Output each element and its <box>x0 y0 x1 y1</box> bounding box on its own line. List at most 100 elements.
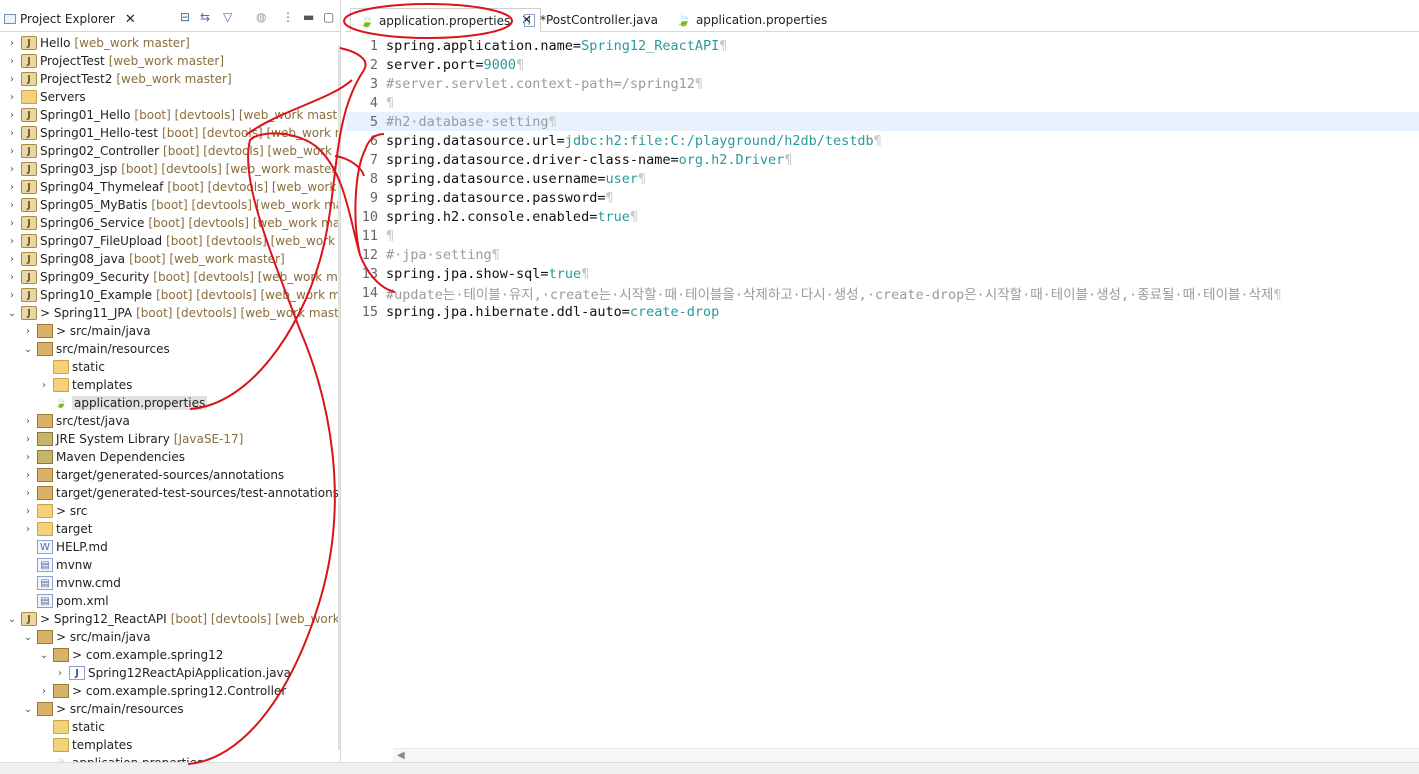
scroll-left-icon[interactable]: ◀ <box>397 750 405 761</box>
code-line[interactable]: 13 spring.jpa.show-sql=true¶ <box>346 264 1419 283</box>
filter-icon[interactable]: ▽ <box>223 10 232 24</box>
chevron-right-icon[interactable]: › <box>6 290 18 301</box>
code-line[interactable]: 5 #h2·database·setting¶ <box>346 112 1419 131</box>
tree-item[interactable]: › > com.example.spring12.Controller <box>0 682 340 700</box>
code-line[interactable]: 9 spring.datasource.password=¶ <box>346 188 1419 207</box>
chevron-right-icon[interactable]: › <box>6 200 18 211</box>
code-line[interactable]: 15 spring.jpa.hibernate.ddl-auto=create-d… <box>346 302 1419 321</box>
chevron-right-icon[interactable]: › <box>6 128 18 139</box>
tree-item[interactable]: 🍃 application.properties <box>0 394 340 412</box>
chevron-down-icon[interactable]: ⌄ <box>22 632 34 643</box>
sync-icon[interactable]: ◍ <box>256 10 266 24</box>
chevron-right-icon[interactable]: › <box>22 470 34 481</box>
chevron-right-icon[interactable]: › <box>38 686 50 697</box>
chevron-right-icon[interactable]: › <box>6 56 18 67</box>
editor-tab[interactable]: 🍃 application.properties ✕ <box>350 8 542 32</box>
maximize-icon[interactable]: ▢ <box>323 10 334 24</box>
tree-item[interactable]: › J Hello [web_work master] <box>0 34 340 52</box>
tree-item[interactable]: › J Spring05_MyBatis [boot] [devtools] [web… <box>0 196 340 214</box>
collapse-all-icon[interactable]: ⊟ <box>180 10 190 24</box>
chevron-right-icon[interactable]: › <box>22 416 34 427</box>
tree-item[interactable]: ⌄ > src/main/resources <box>0 700 340 718</box>
chevron-right-icon[interactable]: › <box>6 164 18 175</box>
tree-item[interactable]: › > src <box>0 502 340 520</box>
tree-item[interactable]: ⌄ J > Spring11_JPA [boot] [devtools] [web_w… <box>0 304 340 322</box>
tree-item[interactable]: › J Spring10_Example [boot] [devtools] [web… <box>0 286 340 304</box>
editor-tab[interactable]: 🍃 application.properties <box>668 8 835 32</box>
tree-item[interactable]: W HELP.md <box>0 538 340 556</box>
code-line[interactable]: 7 spring.datasource.driver-class-name=org… <box>346 150 1419 169</box>
horizontal-scrollbar[interactable]: ◀ <box>393 748 1419 762</box>
code-line[interactable]: 4 ¶ <box>346 93 1419 112</box>
code-line[interactable]: 10 spring.h2.console.enabled=true¶ <box>346 207 1419 226</box>
chevron-down-icon[interactable]: ⌄ <box>22 704 34 715</box>
chevron-down-icon[interactable]: ⌄ <box>6 308 18 319</box>
code-line[interactable]: 12 #·jpa·setting¶ <box>346 245 1419 264</box>
tree-item[interactable]: ⌄ src/main/resources <box>0 340 340 358</box>
tree-item[interactable]: › J ProjectTest [web_work master] <box>0 52 340 70</box>
tree-item[interactable]: templates <box>0 736 340 754</box>
chevron-right-icon[interactable]: › <box>22 434 34 445</box>
chevron-right-icon[interactable]: › <box>6 254 18 265</box>
code-line[interactable]: 2 server.port=9000¶ <box>346 55 1419 74</box>
tree-item[interactable]: static <box>0 718 340 736</box>
tree-item[interactable]: ▤ mvnw <box>0 556 340 574</box>
tree-item[interactable]: › J Spring01_Hello-test [boot] [devtools] [… <box>0 124 340 142</box>
vertical-scrollbar[interactable] <box>338 45 340 750</box>
chevron-right-icon[interactable]: › <box>22 452 34 463</box>
tree-item[interactable]: static <box>0 358 340 376</box>
tree-item[interactable]: › JRE System Library [JavaSE-17] <box>0 430 340 448</box>
project-explorer-tab[interactable]: Project Explorer ✕ <box>4 8 136 30</box>
tree-item[interactable]: ▤ mvnw.cmd <box>0 574 340 592</box>
code-line[interactable]: 3 #server.servlet.context-path=/spring12¶ <box>346 74 1419 93</box>
link-editor-icon[interactable]: ⇆ <box>200 10 210 24</box>
tree-item[interactable]: › target/generated-sources/annotations <box>0 466 340 484</box>
tree-item[interactable]: ▤ pom.xml <box>0 592 340 610</box>
chevron-down-icon[interactable]: ⌄ <box>6 614 18 625</box>
view-menu-icon[interactable]: ⋮ <box>282 10 294 24</box>
chevron-right-icon[interactable]: › <box>6 110 18 121</box>
code-line[interactable]: 1 spring.application.name=Spring12_ReactA… <box>346 36 1419 55</box>
tree-item[interactable]: › templates <box>0 376 340 394</box>
chevron-right-icon[interactable]: › <box>22 326 34 337</box>
tree-item[interactable]: › target <box>0 520 340 538</box>
tree-item[interactable]: › J Spring04_Thymeleaf [boot] [devtools] [w… <box>0 178 340 196</box>
tree-item[interactable]: › Servers <box>0 88 340 106</box>
chevron-right-icon[interactable]: › <box>6 74 18 85</box>
tree-item[interactable]: › src/test/java <box>0 412 340 430</box>
tree-item[interactable]: › J ProjectTest2 [web_work master] <box>0 70 340 88</box>
chevron-right-icon[interactable]: › <box>22 524 34 535</box>
chevron-right-icon[interactable]: › <box>6 146 18 157</box>
close-icon[interactable]: ✕ <box>125 12 136 27</box>
chevron-right-icon[interactable]: › <box>6 218 18 229</box>
tree-item[interactable]: ⌄ J > Spring12_ReactAPI [boot] [devtools] [… <box>0 610 340 628</box>
tree-item[interactable]: › J Spring06_Service [boot] [devtools] [web… <box>0 214 340 232</box>
chevron-right-icon[interactable]: › <box>6 182 18 193</box>
code-line[interactable]: 11 ¶ <box>346 226 1419 245</box>
code-editor[interactable]: 1 spring.application.name=Spring12_ReactA… <box>346 36 1419 321</box>
minimize-icon[interactable]: ▬ <box>303 10 314 24</box>
code-line[interactable]: 14 #update는·테이블·유지,·create는·시작할·때·테이블을·삭제… <box>346 283 1419 303</box>
tree-item[interactable]: › target/generated-test-sources/test-anno… <box>0 484 340 502</box>
tree-item[interactable]: › J Spring03_jsp [boot] [devtools] [web_wor… <box>0 160 340 178</box>
tree-item[interactable]: › J Spring08_java [boot] [web_work master] <box>0 250 340 268</box>
tree-item[interactable]: › Maven Dependencies <box>0 448 340 466</box>
code-line[interactable]: 6 spring.datasource.url=jdbc:h2:file:C:/p… <box>346 131 1419 150</box>
tree-item[interactable]: › J Spring07_FileUpload [boot] [devtools] [… <box>0 232 340 250</box>
tree-item[interactable]: › > src/main/java <box>0 322 340 340</box>
chevron-right-icon[interactable]: › <box>6 272 18 283</box>
tree-item[interactable]: › J Spring09_Security [boot] [devtools] [we… <box>0 268 340 286</box>
chevron-right-icon[interactable]: › <box>38 380 50 391</box>
chevron-right-icon[interactable]: › <box>6 236 18 247</box>
code-line[interactable]: 8 spring.datasource.username=user¶ <box>346 169 1419 188</box>
chevron-right-icon[interactable]: › <box>6 38 18 49</box>
tree-item[interactable]: › J Spring01_Hello [boot] [devtools] [web_w… <box>0 106 340 124</box>
tree-item[interactable]: ⌄ > src/main/java <box>0 628 340 646</box>
tree-item[interactable]: › J Spring02_Controller [boot] [devtools] [… <box>0 142 340 160</box>
chevron-down-icon[interactable]: ⌄ <box>22 344 34 355</box>
editor-tab[interactable]: J *PostController.java <box>516 8 666 32</box>
chevron-right-icon[interactable]: › <box>54 668 66 679</box>
chevron-right-icon[interactable]: › <box>22 506 34 517</box>
chevron-right-icon[interactable]: › <box>22 488 34 499</box>
tree-item[interactable]: › J Spring12ReactApiApplication.java <box>0 664 340 682</box>
